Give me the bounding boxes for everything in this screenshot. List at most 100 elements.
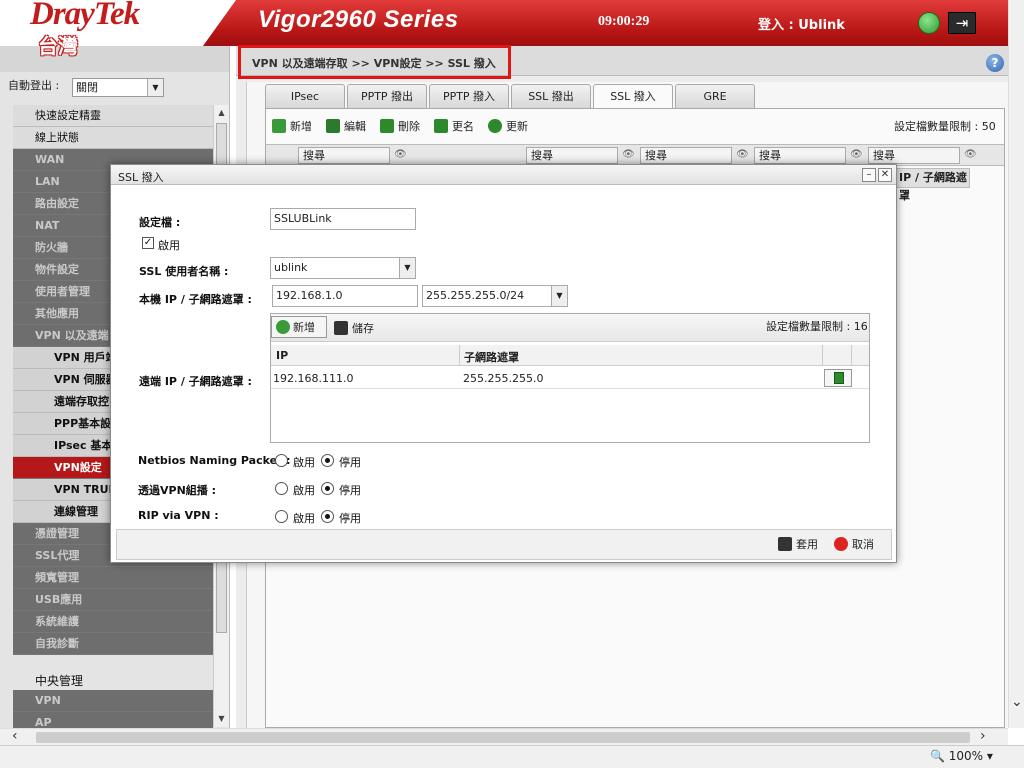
column-divider [822,345,823,366]
remote-limit: 設定檔數量限制 : 16 [766,320,868,333]
zoom-value: 100% [948,749,984,763]
central-nav: 中央管理 VPN AP [13,672,213,734]
model-title: Vigor2960 Series [258,6,459,33]
netbios-enable-radio[interactable] [275,454,288,467]
local-ip-label: 本機 IP / 子網路遮罩 : [139,293,252,306]
save-icon [778,537,792,551]
column-header-ip: IP [276,349,289,362]
rip-label: RIP via VPN : [138,509,219,522]
tab-5[interactable]: GRE [675,84,755,108]
rename-icon [434,119,448,133]
sidebar-item[interactable]: 自我診斷 [13,633,213,655]
search-filter[interactable]: 搜尋 [526,147,618,164]
column-header-remote-ip[interactable]: IP / 子網路遮罩 [896,168,970,202]
sidebar-item[interactable]: 快速設定精靈 [13,105,213,127]
search-filter[interactable]: 搜尋 [298,147,390,164]
multicast-disable-radio[interactable] [321,482,334,495]
remote-delete-button[interactable] [824,369,852,387]
ssl-user-label: SSL 使用者名稱 : [139,265,229,278]
search-filter[interactable]: 搜尋 [754,147,846,164]
system-clock: 09:00:29 [598,14,650,29]
eye-icon[interactable]: 👁 [394,149,407,160]
vpn-tabs: IPsec PPTP 撥出 PPTP 撥入 SSL 撥出 SSL 撥入 GRE [265,84,757,110]
hscroll-thumb[interactable] [36,732,970,743]
remote-add-label: 新增 [293,321,315,334]
tab-1[interactable]: PPTP 撥出 [347,84,427,108]
sidebar-item[interactable]: 頻寬管理 [13,567,213,589]
eye-icon[interactable]: 👁 [736,149,749,160]
bell-icon[interactable] [918,12,940,34]
delete-label: 刪除 [398,120,420,133]
tab-2[interactable]: PPTP 撥入 [429,84,509,108]
profile-label: 設定檔 : [139,216,181,229]
page-vertical-scrollbar[interactable]: ⌄ [1008,0,1024,728]
minimize-icon[interactable]: – [862,168,876,182]
local-ip-input[interactable]: 192.168.1.0 [272,285,418,307]
edit-icon [326,119,340,133]
search-filter[interactable]: 搜尋 [868,147,960,164]
tab-4[interactable]: SSL 撥入 [593,84,673,110]
page-horizontal-scrollbar[interactable]: ‹ › [0,728,1008,745]
column-divider [851,345,852,366]
profile-name-input[interactable]: SSLUBLink [270,208,416,230]
chevron-right-icon[interactable]: › [980,728,986,744]
chevron-down-icon[interactable]: ⌄ [1011,694,1023,710]
sidebar-item[interactable]: VPN [13,690,213,712]
ssl-user-select[interactable]: ublink ▼ [270,257,416,279]
trash-icon [380,119,394,133]
auto-logout-label: 自動登出 : [8,79,60,92]
sidebar-item[interactable]: 線上狀態 [13,127,213,149]
multicast-label: 透過VPN組播 : [138,484,217,497]
remote-row-ip[interactable]: 192.168.111.0 [273,372,353,385]
scroll-down-icon[interactable]: ▼ [214,711,229,727]
multicast-disable-label: 停用 [339,484,361,497]
local-mask-select[interactable]: 255.255.255.0/24 ▼ [422,285,568,307]
login-user: 登入 : Ublink [758,18,845,33]
remote-save-button[interactable]: 儲存 [334,320,374,336]
add-label: 新增 [290,120,312,133]
enable-checkbox[interactable]: ✓ [142,237,154,249]
search-filter[interactable]: 搜尋 [640,147,732,164]
multicast-enable-radio[interactable] [275,482,288,495]
zoom-control[interactable]: 🔍 100% ▾ [930,749,993,763]
remote-row-mask[interactable]: 255.255.255.0 [463,372,543,385]
dialog-titlebar[interactable] [111,165,896,185]
rip-enable-radio[interactable] [275,510,288,523]
app-header: DrayTek Vigor2960 Series 09:00:29 登入 : U… [0,0,1008,46]
cancel-icon [834,537,848,551]
chevron-down-icon: ▼ [551,286,567,306]
cancel-button[interactable]: 取消 [834,536,874,552]
rip-disable-radio[interactable] [321,510,334,523]
chevron-left-icon[interactable]: ‹ [12,728,18,744]
help-icon[interactable]: ? [986,54,1004,72]
chevron-down-icon: ▼ [147,79,163,96]
eye-icon[interactable]: 👁 [622,149,635,160]
sidebar-item[interactable]: 系統維護 [13,611,213,633]
remote-add-button[interactable]: 新增 [271,316,327,338]
tab-0[interactable]: IPsec [265,84,345,108]
scroll-up-icon[interactable]: ▲ [214,105,229,121]
central-management-title: 中央管理 [13,672,213,690]
refresh-label: 更新 [506,120,528,133]
netbios-label: Netbios Naming Packet : [138,454,291,467]
delete-button[interactable]: 刪除 [380,118,420,134]
rename-label: 更名 [452,120,474,133]
sidebar-item[interactable]: USB應用 [13,589,213,611]
enable-label: 啟用 [158,239,180,252]
tab-3[interactable]: SSL 撥出 [511,84,591,108]
eye-icon[interactable]: 👁 [850,149,863,160]
close-icon[interactable]: ✕ [878,168,892,182]
brand-logo: DrayTek [30,0,140,32]
logout-icon[interactable]: ⇥ [948,12,976,34]
netbios-disable-radio[interactable] [321,454,334,467]
remote-table-header [271,345,869,366]
add-button[interactable]: 新增 [272,118,312,134]
profile-limit: 設定檔數量限制 : 50 [894,120,996,133]
auto-logout-select[interactable]: 關閉 ▼ [72,78,164,97]
refresh-button[interactable]: 更新 [488,118,528,134]
edit-button[interactable]: 編輯 [326,118,366,134]
rename-button[interactable]: 更名 [434,118,474,134]
eye-icon[interactable]: 👁 [964,149,977,160]
netbios-disable-label: 停用 [339,456,361,469]
apply-button[interactable]: 套用 [778,536,818,552]
